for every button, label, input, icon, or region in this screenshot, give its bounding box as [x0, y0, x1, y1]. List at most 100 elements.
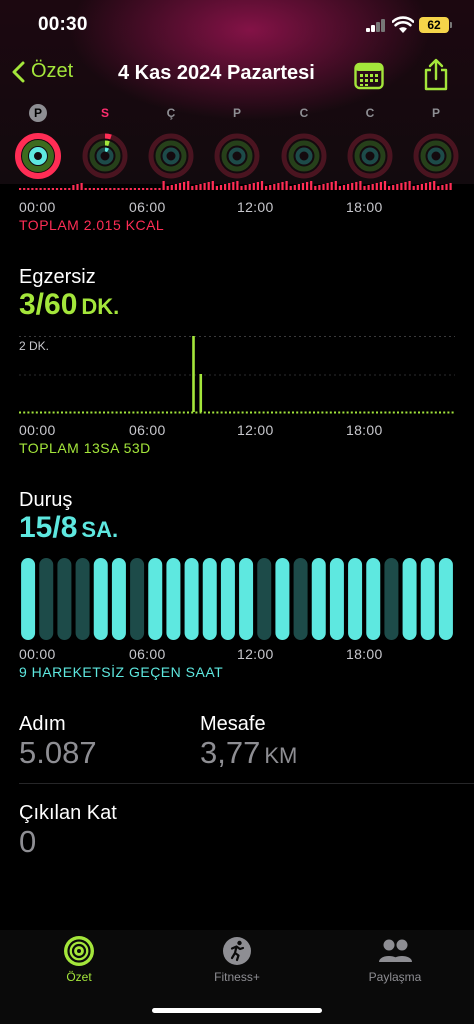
stand-hour-bar: [75, 558, 90, 640]
move-tick: [154, 188, 157, 190]
tab-summary[interactable]: Özet: [19, 936, 139, 984]
move-tick: [326, 183, 329, 190]
move-tick: [301, 183, 305, 190]
tab-fitness-plus[interactable]: Fitness+: [177, 936, 297, 984]
move-tick: [133, 188, 136, 190]
move-tick: [400, 183, 403, 190]
distance-label: Mesafe: [200, 713, 266, 735]
stand-hour-bar: [402, 558, 417, 640]
move-tick: [445, 184, 448, 190]
day-thursday[interactable]: P: [212, 104, 262, 180]
wifi-icon: [392, 16, 414, 33]
move-tick: [117, 188, 120, 190]
stand-hour-bar: [438, 558, 453, 640]
move-tick: [388, 186, 391, 190]
activity-rings-icon: [82, 133, 128, 179]
move-tick: [404, 182, 407, 190]
move-tick: [174, 184, 177, 190]
tab-label: Fitness+: [214, 970, 260, 984]
steps-value: 5.087: [19, 735, 97, 770]
status-bar: 00:30 62: [0, 0, 474, 50]
move-tick: [306, 182, 309, 190]
move-axis: 00:00 06:00 12:00 18:00: [19, 199, 455, 219]
day-sunday[interactable]: P: [411, 104, 461, 180]
axis-tick: 00:00: [19, 646, 56, 662]
axis-tick: 06:00: [129, 422, 166, 438]
stand-hour-bar: [130, 558, 145, 640]
back-button[interactable]: Özet: [12, 60, 73, 83]
move-tick: [187, 181, 190, 190]
stand-hour-bar: [202, 558, 217, 640]
activity-rings-icon: [347, 133, 393, 179]
stand-axis: 00:00 06:00 12:00 18:00: [19, 646, 455, 666]
axis-tick: 18:00: [346, 199, 383, 215]
move-tick: [347, 184, 350, 190]
move-tick: [375, 183, 378, 190]
day-monday-1[interactable]: P: [13, 104, 63, 180]
axis-tick: 06:00: [129, 646, 166, 662]
day-friday[interactable]: C: [279, 104, 329, 180]
move-tick: [338, 186, 341, 190]
running-figure-icon: [223, 937, 251, 965]
day-tuesday[interactable]: S: [80, 104, 130, 180]
move-tick: [27, 188, 30, 190]
move-tick: [285, 181, 288, 190]
day-saturday[interactable]: C: [345, 104, 395, 180]
move-tick: [273, 184, 276, 190]
exercise-bar: [199, 374, 203, 412]
steps-label: Adım: [19, 713, 66, 735]
stand-title: Duruş: [19, 489, 73, 511]
move-tick: [96, 188, 100, 190]
move-tick: [80, 183, 83, 190]
move-tick: [129, 188, 132, 190]
exercise-total: TOPLAM 13SA 53D: [19, 440, 151, 456]
share-icon[interactable]: [422, 58, 450, 92]
move-tick: [31, 188, 34, 190]
move-tick: [23, 188, 26, 190]
axis-tick: 06:00: [129, 199, 166, 215]
stand-value: 15/8 SA.: [19, 511, 118, 545]
move-tick: [355, 182, 358, 190]
exercise-value-number: 3/60: [19, 288, 78, 321]
header: 00:30 62 Özet 4 Kas 2024 Pazartesi P S Ç…: [0, 0, 474, 184]
move-tick: [47, 188, 50, 190]
move-tick: [125, 188, 128, 190]
move-tick: [88, 188, 91, 190]
move-tick: [219, 185, 223, 190]
move-tick: [68, 188, 71, 190]
tab-sharing[interactable]: Paylaşma: [335, 936, 455, 984]
distance-value: 3,77 KM: [200, 735, 297, 771]
stand-hour-bar: [366, 558, 381, 640]
tab-label: Paylaşma: [368, 970, 422, 984]
move-tick: [424, 183, 428, 190]
calendar-icon[interactable]: [354, 62, 384, 90]
stand-hour-bar: [275, 558, 290, 640]
move-tick: [396, 184, 399, 190]
move-tick: [429, 182, 432, 190]
back-label: Özet: [31, 60, 74, 82]
move-tick: [310, 181, 313, 190]
move-tick: [330, 182, 333, 190]
nav-bar: Özet 4 Kas 2024 Pazartesi: [0, 56, 474, 96]
stand-hour-bar: [93, 558, 108, 640]
move-tick: [334, 181, 337, 190]
move-tick: [322, 184, 325, 190]
activity-rings-icon: [413, 133, 459, 179]
tab-label: Özet: [66, 970, 92, 984]
exercise-title: Egzersiz: [19, 266, 96, 288]
distance-unit: KM: [264, 743, 298, 768]
move-tick: [269, 185, 272, 190]
move-tick: [64, 188, 67, 190]
move-tick: [367, 185, 370, 190]
day-wednesday[interactable]: Ç: [146, 104, 196, 180]
move-tick: [441, 185, 444, 190]
move-tick: [281, 182, 284, 190]
move-tick: [137, 188, 141, 190]
stand-hour-bar: [329, 558, 344, 640]
exercise-unit: DK.: [81, 294, 120, 319]
exercise-value: 3/60 DK.: [19, 288, 119, 322]
day-letter: P: [29, 104, 47, 122]
exercise-bar: [192, 336, 195, 412]
move-tick: [371, 184, 374, 190]
move-tick: [43, 188, 46, 190]
